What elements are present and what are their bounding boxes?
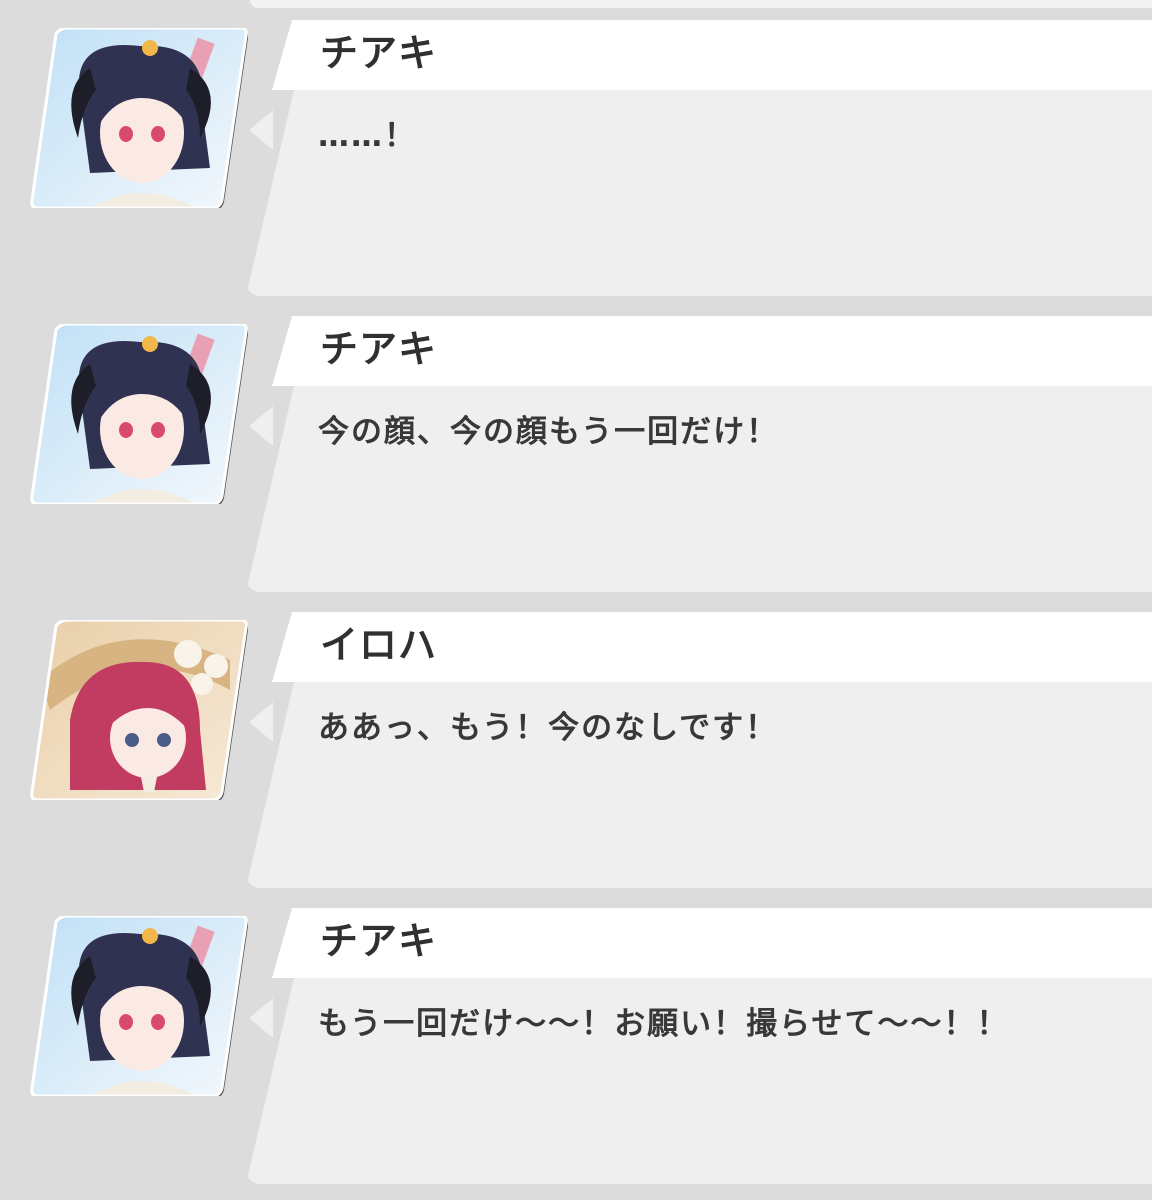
dialogue-text: ……！ <box>318 118 417 154</box>
avatar <box>30 28 248 208</box>
bubble-pointer <box>249 110 273 150</box>
avatar <box>30 620 248 800</box>
dialogue-entry: チアキ 今の顔、今の顔もう一回だけ！ <box>0 296 1152 592</box>
dialogue-entry: チアキ ……！ <box>0 0 1152 296</box>
speaker-name: チアキ <box>320 327 438 371</box>
dialogue-entry: チアキ もう一回だけ〜〜！お願い！撮らせて〜〜！！ <box>0 888 1152 1184</box>
chiaki-portrait-icon <box>30 916 248 1096</box>
dialogue-text: 今の顔、今の顔もう一回だけ！ <box>318 414 780 450</box>
dialogue-text: もう一回だけ〜〜！お願い！撮らせて〜〜！！ <box>318 1006 1010 1042</box>
dialogue-entry: イロハ ああっ、もう！今のなしです！ <box>0 592 1152 888</box>
bubble-pointer <box>249 406 273 446</box>
speaker-name: チアキ <box>320 31 438 75</box>
chiaki-portrait-icon <box>30 28 248 208</box>
bubble-pointer <box>249 998 273 1038</box>
dialogue-log[interactable]: チアキ ……！ チアキ 今の顔、今の顔もう一回だけ！ イロハ ああっ、もう！今の… <box>0 0 1152 1200</box>
dialogue-text: ああっ、もう！今のなしです！ <box>318 710 779 746</box>
avatar <box>30 916 248 1096</box>
speaker-name: チアキ <box>320 919 438 963</box>
bubble-pointer <box>249 702 273 742</box>
chiaki-portrait-icon <box>30 324 248 504</box>
iroha-portrait-icon <box>30 620 248 800</box>
avatar <box>30 324 248 504</box>
speaker-name: イロハ <box>320 623 438 667</box>
